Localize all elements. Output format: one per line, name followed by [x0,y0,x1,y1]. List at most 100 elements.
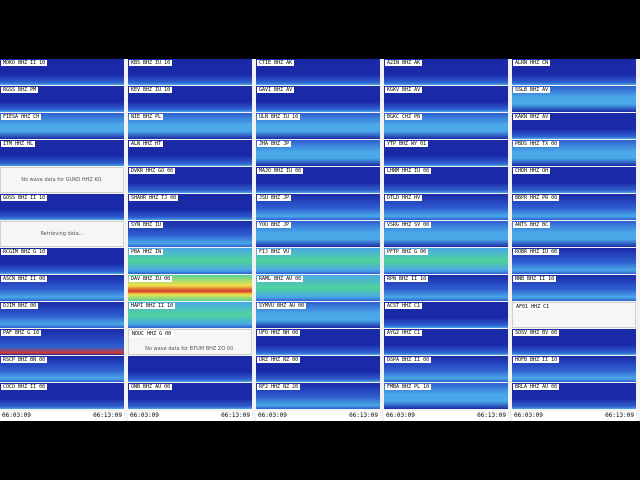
spectrogram-tile[interactable]: ACST HHZ C1 [384,302,508,328]
time-axis: 06:03:09 06:13:09 [256,411,380,421]
station-label: HAPI BHZ II 10 [129,303,176,309]
spectrogram-tile[interactable]: ASCN BHZ II 00 [0,275,124,301]
spectrogram-tile[interactable]: DVKR HHZ GO 00 [128,167,252,193]
spectrogram-tile[interactable]: RCGIM BHZ G 10 [0,248,124,274]
status-message: No wave data for BTUM BHZ ZO 00. [145,346,235,352]
station-label: FMBA BHZ PL 10 [385,384,432,390]
station-label: DVKR HHZ GO 00 [129,168,176,174]
station-label: ULN BHZ IU 10 [257,114,301,120]
spectrogram-tile[interactable]: RSCP BHZ BN 00 [0,356,124,382]
spectrogram-tile[interactable]: BGKC CHZ PB [384,113,508,139]
spectrogram-tile[interactable]: PBA HHZ IN [128,248,252,274]
spectrogram-tile[interactable]: CHDH HHZ OH [512,167,636,193]
spectrogram-tile[interactable]: GAVI BHZ AV [256,86,380,112]
spectrogram-tile[interactable]: PBDS HHZ TX 00 [512,140,636,166]
station-label: RCGIM BHZ G 10 [1,249,48,255]
status-message: Retrieving data... [40,231,84,237]
spectrogram-tile[interactable]: NNB BHZ II 10 [512,275,636,301]
time-start-label: 06:03:09 [258,412,287,419]
spectrogram-tile[interactable]: ALN HHZ HT [128,140,252,166]
spectrogram-tile[interactable]: ONB BHZ AU 00 [128,383,252,409]
spectrogram-tile[interactable]: SHAHR HHZ TJ 00 [128,194,252,220]
spectrogram-tile[interactable]: FMBA BHZ PL 10 [384,383,508,409]
spectrogram-tile[interactable]: PFTP BHZ G 00 [384,248,508,274]
spectrogram-tile[interactable]: RF2 HHZ NZ 20 [256,383,380,409]
spectrogram-tile[interactable]: RAML BHZ AU 00 [256,275,380,301]
spectrogram-tile[interactable]: YTP BHZ WY 01 [384,140,508,166]
status-message: No wave data for GUKO HHZ KO. [21,177,103,183]
spectrogram-tile[interactable]: BRLA HHZ AU 00 [512,383,636,409]
spectrogram-column-3: CTIE BHZ AK GAVI BHZ AV ULN BHZ IU 10 JHA B… [256,59,380,421]
spectrogram-tile[interactable]: No wave data for GUKO HHZ KO. [0,167,124,193]
spectrogram-tile[interactable]: SYN BHZ IU [128,221,252,247]
spectrogram-tile[interactable]: MOKO BHZ II 10 [0,59,124,85]
spectrogram-tile[interactable]: AF01 HHZ C1 [512,302,636,328]
spectrogram-tile[interactable] [128,356,252,382]
spectrogram-tile[interactable]: DJIM BHZ 00 [0,302,124,328]
spectrogram-tile[interactable]: COCO BHZ II 00 [0,383,124,409]
spectrogram-tile[interactable]: DAV BHZ IU 00 [128,275,252,301]
spectrogram-tile[interactable]: KGKV BHZ AV [384,86,508,112]
spectrogram-tile[interactable]: VSRG HHZ SV 00 [384,221,508,247]
station-label: JHA BHZ JP [257,141,292,147]
station-label: ACST HHZ C1 [385,303,423,309]
station-label: ALRN HHZ CN [513,60,551,66]
spectrogram-tile[interactable]: SSLB BHZ AV [512,86,636,112]
spectrogram-tile[interactable]: KAKN BHZ AV [512,113,636,139]
time-axis: 06:03:09 06:13:09 [0,411,124,421]
spectrogram-tile[interactable]: ANTS BHZ BC [512,221,636,247]
spectrogram-tile[interactable]: RPN BHZ II 10 [384,275,508,301]
spectrogram-tile[interactable]: HOFB BHZ II 10 [512,356,636,382]
spectrogram-tile[interactable]: Retrieving data... [0,221,124,247]
spectrogram-tile[interactable]: DTLD HHZ HV [384,194,508,220]
spectrogram-column-2: KBS BHZ IU 10 KEV BHZ IU 10 NIE BHZ PL ALN … [128,59,252,421]
station-label: DSPA BHZ II 00 [385,357,432,363]
time-axis: 06:03:09 06:13:09 [384,411,508,421]
spectrogram-tile[interactable]: MAJO BHZ IU 00 [256,167,380,193]
station-label: SYN BHZ IU [129,222,164,228]
station-label: VSRG HHZ SV 00 [385,222,432,228]
spectrogram-tile[interactable]: BBPR HHZ PR 00 [512,194,636,220]
spectrogram-tile[interactable]: SOSV BHZ BV 00 [512,329,636,355]
spectrogram-tile[interactable]: ALRN HHZ CN [512,59,636,85]
spectrogram-tile[interactable]: RGSS BHZ PM [0,86,124,112]
station-label: PBDS HHZ TX 00 [513,141,560,147]
spectrogram-column-1: MOKO BHZ II 10 RGSS BHZ PM FIESA HHZ CH ITM… [0,59,124,421]
station-label: ROBR HHZ IU 00 [513,249,560,255]
spectrogram-tile[interactable]: ULN BHZ IU 10 [256,113,380,139]
spectrogram-tile[interactable]: CTIE BHZ AK [256,59,380,85]
spectrogram-tile[interactable]: A2IN BHZ AK [384,59,508,85]
station-label: AF01 HHZ C1 [514,304,552,310]
spectrogram-tile[interactable]: JSU BHZ JP [256,194,380,220]
station-label: KBS BHZ IU 10 [129,60,173,66]
spectrogram-tile[interactable]: YOU BHZ JP [256,221,380,247]
station-label: ITM HHZ HL [1,141,36,147]
station-label: RSCP BHZ BN 00 [1,357,48,363]
station-label: ALN HHZ HT [129,141,164,147]
station-label: GAVI BHZ AV [257,87,295,93]
spectrogram-tile[interactable]: PAF BHZ G 10 [0,329,124,355]
station-label: YTP BHZ WY 01 [385,141,429,147]
spectrogram-tile[interactable]: NOUC HHZ G 00 No wave data for BTUM BHZ Z… [128,329,252,355]
spectrogram-tile[interactable]: ITM HHZ HL [0,140,124,166]
spectrogram-tile[interactable]: ROBR HHZ IU 00 [512,248,636,274]
station-label: BGKC CHZ PB [385,114,423,120]
station-label: A2IN BHZ AK [385,60,423,66]
spectrogram-tile[interactable]: FIESA HHZ CH [0,113,124,139]
spectrogram-tile[interactable]: FIJ BHZ VU [256,248,380,274]
spectrogram-tile[interactable]: SYMVU BHZ AU 00 [256,302,380,328]
spectrogram-tile[interactable]: KEV BHZ IU 10 [128,86,252,112]
spectrogram-tile[interactable]: DSPA BHZ II 00 [384,356,508,382]
spectrogram-tile[interactable]: LHNM HHZ IU 00 [384,167,508,193]
spectrogram-tile[interactable]: GOSS BHZ II 10 [0,194,124,220]
spectrogram-tile[interactable]: UFO HHZ NH 00 [256,329,380,355]
spectrogram-tile[interactable]: JHA BHZ JP [256,140,380,166]
station-label: KEV BHZ IU 10 [129,87,173,93]
spectrogram-tile[interactable]: NIE BHZ PL [128,113,252,139]
station-label: SSLB BHZ AV [513,87,551,93]
spectrogram-tile[interactable]: KBS BHZ IU 10 [128,59,252,85]
station-label: COCO BHZ II 00 [1,384,48,390]
spectrogram-tile[interactable]: URZ HHZ NZ 00 [256,356,380,382]
spectrogram-tile[interactable]: HAPI BHZ II 10 [128,302,252,328]
spectrogram-tile[interactable]: AYG2 HHZ C1 [384,329,508,355]
